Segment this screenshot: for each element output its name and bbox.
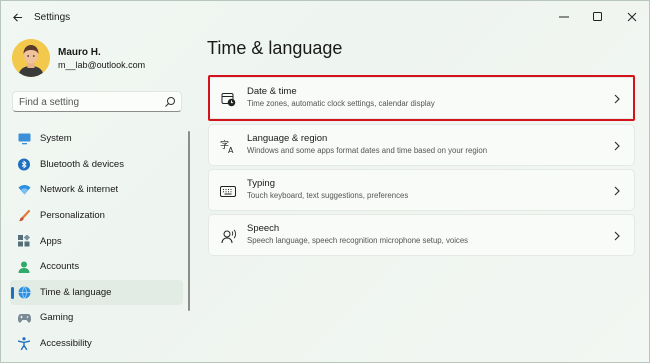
user-avatar-icon [12, 39, 50, 77]
avatar[interactable] [12, 39, 50, 77]
maximize-icon [593, 12, 602, 21]
card-date-time[interactable]: Date & time Time zones, automatic clock … [208, 77, 635, 119]
sidebar-item-personalization[interactable]: Personalization [10, 203, 183, 229]
app-title: Settings [34, 12, 71, 23]
sidebar-item-time-language[interactable]: Time & language [10, 279, 183, 306]
language-icon: 字A [220, 138, 236, 154]
sidebar-nav: System Bluetooth & devices Network & int… [10, 126, 183, 356]
card-description: Speech language, speech recognition micr… [247, 236, 469, 245]
gamepad-icon [17, 311, 31, 325]
title-bar: Settings [1, 1, 649, 33]
keyboard-icon [220, 183, 236, 199]
search-icon[interactable] [164, 96, 176, 108]
card-speech[interactable]: Speech Speech language, speech recogniti… [208, 214, 635, 256]
settings-window: Settings Mauro H. m__lab@outlook.com Fin… [0, 0, 650, 363]
close-button[interactable] [615, 1, 649, 33]
card-language-region[interactable]: 字A Language & region Windows and some ap… [208, 124, 635, 166]
svg-text:A: A [228, 146, 234, 154]
monitor-icon [17, 132, 31, 146]
minimize-icon [559, 16, 569, 18]
sidebar-item-label: Accessibility [40, 338, 92, 350]
sidebar-item-label: Network & internet [40, 184, 119, 196]
back-arrow-icon [12, 12, 22, 22]
wifi-icon [17, 183, 31, 197]
person-icon [17, 260, 31, 274]
sidebar-item-label: System [40, 133, 72, 145]
globe-clock-icon [17, 285, 31, 299]
search-box [12, 91, 182, 112]
brush-icon [17, 209, 31, 223]
sidebar-item-bluetooth-devices[interactable]: Bluetooth & devices [10, 152, 183, 178]
bluetooth-icon [17, 157, 31, 171]
card-typing[interactable]: Typing Touch keyboard, text suggestions,… [208, 169, 635, 211]
card-title: Typing [247, 178, 275, 189]
sidebar-item-system[interactable]: System [10, 126, 183, 152]
apps-icon [17, 234, 31, 248]
card-title: Language & region [247, 133, 328, 144]
page-title: Time & language [207, 38, 343, 58]
active-indicator [11, 286, 14, 299]
card-title: Date & time [247, 86, 297, 97]
card-description: Windows and some apps format dates and t… [247, 146, 488, 155]
sidebar-scrollbar[interactable] [188, 131, 190, 311]
back-button[interactable] [7, 7, 27, 27]
user-email: m__lab@outlook.com [58, 60, 146, 70]
sidebar-item-gaming[interactable]: Gaming [10, 305, 183, 331]
card-title: Speech [247, 223, 280, 234]
chevron-right-icon [614, 231, 620, 241]
sidebar-item-accounts[interactable]: Accounts [10, 254, 183, 280]
user-name: Mauro H. [58, 47, 101, 58]
sidebar-item-label: Bluetooth & devices [40, 158, 124, 170]
minimize-button[interactable] [547, 1, 581, 33]
card-description: Time zones, automatic clock settings, ca… [247, 99, 435, 108]
close-icon [627, 12, 637, 22]
sidebar-item-label: Accounts [40, 261, 80, 273]
speech-icon [220, 228, 236, 244]
chevron-right-icon [614, 186, 620, 196]
chevron-right-icon [614, 141, 620, 151]
sidebar-item-label: Time & language [40, 286, 112, 298]
search-input[interactable] [19, 95, 159, 109]
card-description: Touch keyboard, text suggestions, prefer… [247, 191, 409, 200]
window-controls [547, 1, 649, 33]
sidebar-item-label: Gaming [40, 312, 74, 324]
sidebar-item-network-internet[interactable]: Network & internet [10, 177, 183, 203]
maximize-button[interactable] [581, 1, 615, 33]
calendar-clock-icon [220, 91, 236, 107]
sidebar-item-accessibility[interactable]: Accessibility [10, 331, 183, 357]
sidebar-item-label: Personalization [40, 210, 105, 222]
chevron-right-icon [614, 94, 620, 104]
sidebar-item-apps[interactable]: Apps [10, 228, 183, 254]
sidebar-item-label: Apps [40, 235, 62, 247]
accessibility-icon [17, 337, 31, 351]
